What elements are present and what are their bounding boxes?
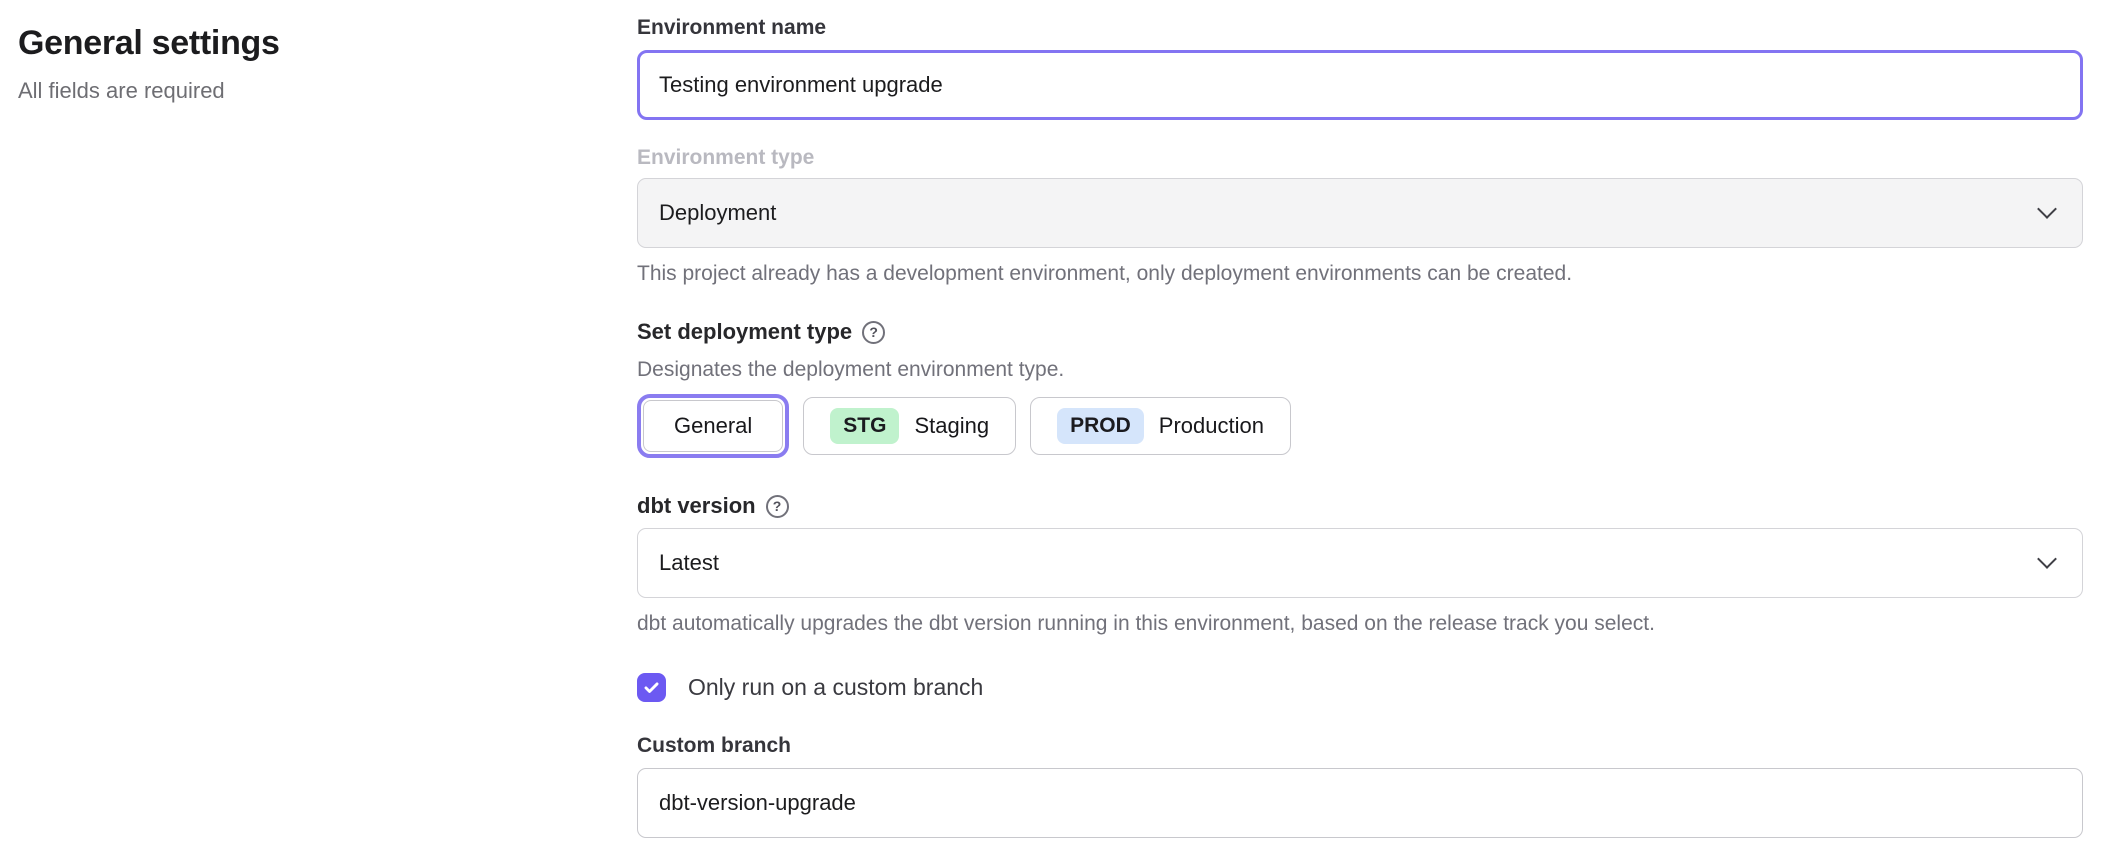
environment-type-helper: This project already has a development e… xyxy=(637,260,2083,288)
deployment-type-staging-label: Staging xyxy=(914,413,989,439)
deployment-type-helper: Designates the deployment environment ty… xyxy=(637,356,2083,384)
page-subtitle: All fields are required xyxy=(18,78,578,104)
environment-type-value: Deployment xyxy=(659,200,776,226)
settings-intro: General settings All fields are required xyxy=(18,24,578,104)
dbt-version-label: dbt version xyxy=(637,493,756,519)
deployment-type-header: Set deployment type ? xyxy=(637,316,2083,348)
deployment-type-label: Set deployment type xyxy=(637,319,852,345)
environment-settings-page: General settings All fields are required… xyxy=(0,0,2116,864)
environment-type-label: Environment type xyxy=(637,144,2083,172)
custom-branch-checkbox-row[interactable]: Only run on a custom branch xyxy=(637,672,2083,702)
deployment-type-staging-button[interactable]: STG Staging xyxy=(803,397,1016,455)
dbt-version-value: Latest xyxy=(659,550,719,576)
custom-branch-checkbox-label: Only run on a custom branch xyxy=(688,674,983,701)
dbt-version-select[interactable]: Latest xyxy=(637,528,2083,598)
custom-branch-input[interactable] xyxy=(637,768,2083,838)
environment-name-input[interactable] xyxy=(637,50,2083,120)
deployment-type-production-label: Production xyxy=(1159,413,1264,439)
environment-settings-form: Environment name Environment type Deploy… xyxy=(637,0,2083,838)
deployment-type-production-button[interactable]: PROD Production xyxy=(1030,397,1291,455)
environment-name-label: Environment name xyxy=(637,14,2083,42)
custom-branch-label: Custom branch xyxy=(637,732,2083,760)
page-title: General settings xyxy=(18,24,578,63)
help-icon[interactable]: ? xyxy=(862,321,885,344)
chevron-down-icon xyxy=(2037,199,2057,219)
help-icon[interactable]: ? xyxy=(766,495,789,518)
deployment-type-general-button[interactable]: General xyxy=(643,400,783,452)
checkbox-checked-icon[interactable] xyxy=(637,673,666,702)
environment-type-select[interactable]: Deployment xyxy=(637,178,2083,248)
deployment-type-general-label: General xyxy=(674,413,752,439)
dbt-version-helper: dbt automatically upgrades the dbt versi… xyxy=(637,610,2083,638)
staging-badge: STG xyxy=(830,408,899,444)
dbt-version-header: dbt version ? xyxy=(637,490,2083,522)
production-badge: PROD xyxy=(1057,408,1144,444)
deployment-type-general-selected-ring: General xyxy=(637,394,789,458)
deployment-type-options: General STG Staging PROD Production xyxy=(637,394,2083,458)
chevron-down-icon xyxy=(2037,549,2057,569)
